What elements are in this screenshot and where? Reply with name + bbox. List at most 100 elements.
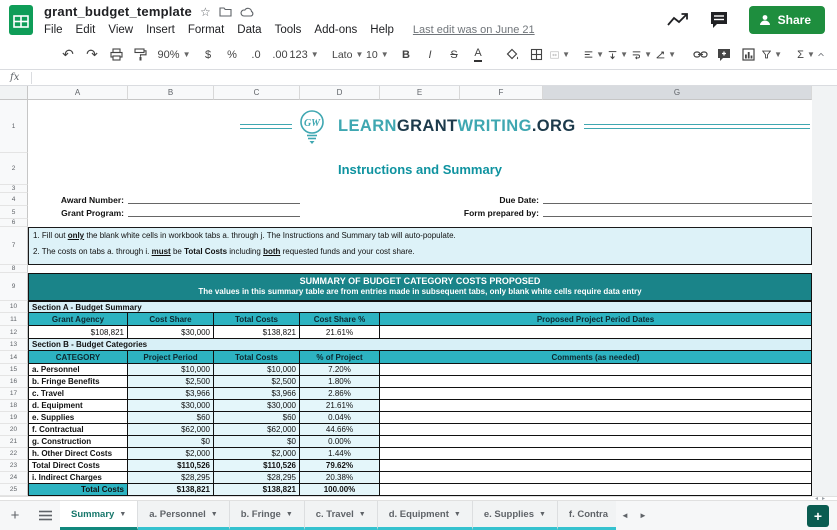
summary-band[interactable]: SUMMARY OF BUDGET CATEGORY COSTS PROPOSE… (28, 273, 812, 301)
document-title[interactable]: grant_budget_template (44, 4, 192, 19)
row-number[interactable]: 7 (0, 227, 28, 265)
comments-cell[interactable] (380, 400, 812, 412)
column-header-f[interactable]: F (460, 86, 543, 100)
project-period-cell[interactable]: $62,000 (128, 424, 214, 436)
total-costs-label-cell[interactable]: Total Costs (28, 484, 128, 496)
tab-f-contractual[interactable]: f. Contra (558, 501, 616, 530)
form-prepared-by-label[interactable]: Form prepared by: (300, 206, 543, 219)
header-project-period-dates[interactable]: Proposed Project Period Dates (380, 313, 812, 326)
vertical-align-button[interactable]: ▼ (608, 44, 628, 66)
add-sheet-button[interactable]: + (0, 501, 30, 530)
merge-cells-button[interactable]: ▼ (550, 44, 570, 66)
horizontal-scrollbar[interactable]: ◂▸ (0, 496, 837, 500)
font-family-select[interactable]: Lato▼ (328, 44, 348, 66)
tab-b-fringe[interactable]: b. Fringe▼ (230, 501, 305, 530)
column-header-d[interactable]: D (300, 86, 380, 100)
row-number[interactable]: 8 (0, 265, 28, 273)
menu-format[interactable]: Format (188, 24, 224, 36)
project-period-cell[interactable]: $60 (128, 412, 214, 424)
pct-cell[interactable]: 1.44% (300, 448, 380, 460)
cloud-status-icon[interactable] (240, 7, 254, 17)
row-number[interactable]: 4 (0, 193, 28, 206)
section-a-title[interactable]: Section A - Budget Summary (28, 301, 812, 313)
row-number[interactable]: 22 (0, 448, 28, 460)
project-period-cell[interactable]: $0 (128, 436, 214, 448)
row-number[interactable]: 5 (0, 206, 28, 219)
insert-chart-button[interactable] (738, 44, 758, 66)
increase-decimal-button[interactable]: .00 (270, 44, 290, 66)
project-period-cell[interactable]: $10,000 (128, 364, 214, 376)
row-number[interactable]: 17 (0, 388, 28, 400)
row-number[interactable]: 15 (0, 364, 28, 376)
row-number[interactable]: 13 (0, 339, 28, 351)
form-prepared-by-field[interactable] (543, 206, 812, 219)
project-period-cell[interactable]: $3,966 (128, 388, 214, 400)
menu-help[interactable]: Help (370, 24, 394, 36)
empty-cell[interactable] (28, 265, 812, 273)
tab-e-supplies[interactable]: e. Supplies▼ (473, 501, 558, 530)
grant-program-label[interactable]: Grant Program: (28, 206, 128, 219)
award-number-label[interactable]: Award Number: (28, 193, 128, 206)
collapse-toolbar-button[interactable] (818, 44, 837, 66)
category-cell[interactable]: h. Other Direct Costs (28, 448, 128, 460)
row-number[interactable]: 12 (0, 326, 28, 339)
header-pct-of-project[interactable]: % of Project (300, 351, 380, 364)
total-costs-value[interactable]: $138,821 (214, 326, 300, 339)
italic-button[interactable]: I (420, 44, 440, 66)
print-button[interactable] (106, 44, 126, 66)
row-number[interactable]: 6 (0, 219, 28, 227)
header-cost-share[interactable]: Cost Share (128, 313, 214, 326)
comments-cell[interactable] (380, 436, 812, 448)
menu-file[interactable]: File (44, 24, 63, 36)
row-number[interactable]: 16 (0, 376, 28, 388)
due-date-label[interactable]: Due Date: (300, 193, 543, 206)
comments-cell[interactable] (380, 424, 812, 436)
comments-cell[interactable] (380, 484, 812, 496)
total-costs-cell[interactable]: $62,000 (214, 424, 300, 436)
logo-row[interactable]: GW LEARNGRANTWRITING.ORG (28, 100, 812, 153)
comments-cell[interactable] (380, 364, 812, 376)
grant-program-field[interactable] (128, 206, 300, 219)
row-number[interactable]: 1 (0, 100, 28, 153)
pct-cell[interactable]: 44.66% (300, 424, 380, 436)
text-color-button[interactable]: A (468, 44, 488, 66)
header-project-period[interactable]: Project Period (128, 351, 214, 364)
menu-data[interactable]: Data (237, 24, 261, 36)
filter-button[interactable]: ▼ (762, 44, 782, 66)
pct-cell[interactable]: 2.86% (300, 388, 380, 400)
menu-edit[interactable]: Edit (76, 24, 96, 36)
tab-summary[interactable]: Summary▼ (60, 501, 138, 530)
column-header-a[interactable]: A (28, 86, 128, 100)
menu-view[interactable]: View (108, 24, 133, 36)
bold-button[interactable]: B (396, 44, 416, 66)
comments-cell[interactable] (380, 412, 812, 424)
category-cell[interactable]: b. Fringe Benefits (28, 376, 128, 388)
header-category[interactable]: CATEGORY (28, 351, 128, 364)
total-costs-cell[interactable]: $30,000 (214, 400, 300, 412)
undo-button[interactable]: ↶ (58, 44, 78, 66)
row-number[interactable]: 21 (0, 436, 28, 448)
row-number[interactable]: 24 (0, 472, 28, 484)
row-number[interactable]: 2 (0, 153, 28, 185)
grant-agency-value[interactable]: $108,821 (28, 326, 128, 339)
total-costs-cell[interactable]: $28,295 (214, 472, 300, 484)
sheet-subtitle-cell[interactable]: Instructions and Summary (28, 153, 812, 185)
format-percent-button[interactable]: % (222, 44, 242, 66)
text-wrap-button[interactable]: ▼ (632, 44, 652, 66)
category-cell[interactable]: Total Direct Costs (28, 460, 128, 472)
project-period-dates-input[interactable] (380, 326, 812, 339)
pct-cell[interactable]: 20.38% (300, 472, 380, 484)
row-number[interactable]: 14 (0, 351, 28, 364)
comments-cell[interactable] (380, 376, 812, 388)
text-rotation-button[interactable]: ▼ (656, 44, 676, 66)
menu-tools[interactable]: Tools (275, 24, 302, 36)
column-header-g[interactable]: G (543, 86, 812, 100)
empty-cell[interactable] (28, 185, 812, 193)
select-all-corner[interactable] (0, 86, 28, 100)
comments-cell[interactable] (380, 388, 812, 400)
horizontal-align-button[interactable]: ▼ (584, 44, 604, 66)
row-number[interactable]: 9 (0, 273, 28, 301)
total-costs-cell[interactable]: $10,000 (214, 364, 300, 376)
project-period-cell[interactable]: $2,500 (128, 376, 214, 388)
menu-addons[interactable]: Add-ons (314, 24, 357, 36)
